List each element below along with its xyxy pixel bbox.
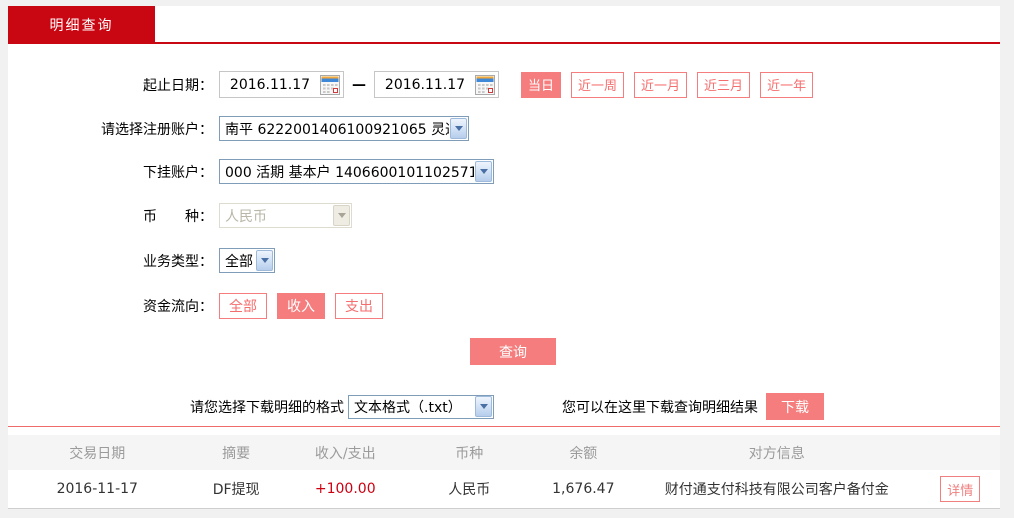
download-button[interactable]: 下载 — [766, 393, 824, 420]
date-range-row: 起止日期： 2016.11.17 — 2016.11.17 当日 近一周 近一月… — [8, 71, 1000, 98]
download-format-value: 文本格式（.txt） — [354, 399, 462, 416]
business-type-select[interactable]: 全部 — [219, 248, 275, 273]
sub-account-select[interactable]: 000 活期 基本户 1406600101102571848 — [219, 159, 494, 184]
business-type-value: 全部 — [225, 253, 253, 270]
query-button[interactable]: 查询 — [470, 338, 556, 365]
tab-label: 明细查询 — [49, 18, 114, 34]
quick-range-quarter-button[interactable]: 近三月 — [697, 71, 751, 98]
chevron-down-icon — [475, 161, 492, 182]
currency-row: 币 种： 人民币 — [8, 203, 1000, 228]
download-format-label: 请您选择下载明细的格式 — [190, 399, 344, 416]
flow-expense-button[interactable]: 支出 — [335, 293, 383, 319]
business-type-label: 业务类型： — [143, 253, 213, 270]
date-from-input[interactable]: 2016.11.17 — [219, 71, 344, 98]
quick-range-year-button[interactable]: 近一年 — [760, 71, 814, 98]
header-income-expense: 收入/支出 — [314, 445, 376, 462]
table-header-row: 交易日期 摘要 收入/支出 币种 余额 对方信息 — [8, 435, 1000, 470]
download-hint: 您可以在这里下载查询明细结果 — [562, 399, 758, 416]
flow-income-button[interactable]: 收入 — [277, 293, 325, 319]
registered-account-row: 请选择注册账户： 南平 6222001406100921065 灵通卡 — [8, 116, 1000, 141]
fund-flow-row: 资金流向： 全部 收入 支出 — [8, 293, 1000, 319]
section-divider — [8, 426, 1000, 427]
cell-trade-date: 2016-11-17 — [56, 481, 138, 497]
quick-range-week-button[interactable]: 近一周 — [571, 71, 625, 98]
header-counterparty: 对方信息 — [748, 445, 805, 462]
header-trade-date: 交易日期 — [69, 445, 126, 462]
download-format-select[interactable]: 文本格式（.txt） — [348, 394, 494, 419]
date-range-label: 起止日期： — [143, 77, 213, 94]
download-row: 请您选择下载明细的格式 文本格式（.txt） 您可以在这里下载查询明细结果 下载 — [8, 393, 1000, 420]
quick-range-today-button[interactable]: 当日 — [521, 71, 562, 98]
date-from-value: 2016.11.17 — [229, 76, 311, 93]
sub-account-row: 下挂账户： 000 活期 基本户 1406600101102571848 — [8, 159, 1000, 184]
registered-account-label: 请选择注册账户： — [101, 121, 213, 138]
registered-account-value: 南平 6222001406100921065 灵通卡 — [225, 121, 449, 138]
cell-currency: 人民币 — [448, 482, 491, 498]
header-summary: 摘要 — [222, 445, 251, 462]
cell-amount: +100.00 — [314, 481, 376, 497]
registered-account-select[interactable]: 南平 6222001406100921065 灵通卡 — [219, 116, 469, 141]
currency-value: 人民币 — [225, 208, 267, 225]
flow-all-button[interactable]: 全部 — [219, 293, 267, 319]
calendar-icon[interactable] — [475, 74, 495, 95]
currency-select: 人民币 — [219, 203, 352, 228]
tab-bar: 明细查询 — [8, 6, 1000, 44]
chevron-down-icon — [256, 250, 273, 271]
currency-label: 币 种： — [143, 208, 213, 225]
calendar-icon[interactable] — [320, 74, 340, 95]
chevron-down-icon — [450, 118, 467, 139]
cell-summary: DF提现 — [212, 482, 260, 498]
date-to-input[interactable]: 2016.11.17 — [374, 71, 499, 98]
cell-balance: 1,676.47 — [552, 481, 615, 497]
chevron-down-icon — [333, 205, 350, 226]
chevron-down-icon — [475, 396, 492, 417]
date-separator: — — [352, 76, 366, 93]
date-to-value: 2016.11.17 — [384, 76, 466, 93]
business-type-row: 业务类型： 全部 — [8, 248, 1000, 273]
quick-range-month-button[interactable]: 近一月 — [634, 71, 688, 98]
detail-button[interactable]: 详情 — [940, 476, 981, 502]
fund-flow-label: 资金流向： — [143, 299, 213, 315]
sub-account-label: 下挂账户： — [143, 164, 213, 181]
cell-action: 详情 — [921, 476, 1000, 502]
detail-query-panel: 明细查询 起止日期： 2016.11.17 — 2016.11.17 当日 近一… — [8, 6, 1000, 509]
results-table: 交易日期 摘要 收入/支出 币种 余额 对方信息 2016-11-17 DF提现… — [8, 435, 1000, 509]
header-balance: 余额 — [569, 445, 598, 462]
cell-counterparty: 财付通支付科技有限公司客户备付金 — [664, 482, 889, 498]
sub-account-value: 000 活期 基本户 1406600101102571848 — [225, 164, 474, 181]
header-currency: 币种 — [455, 445, 484, 462]
tab-detail-query[interactable]: 明细查询 — [8, 6, 155, 44]
table-row: 2016-11-17 DF提现 +100.00 人民币 1,676.47 财付通… — [8, 470, 1000, 509]
